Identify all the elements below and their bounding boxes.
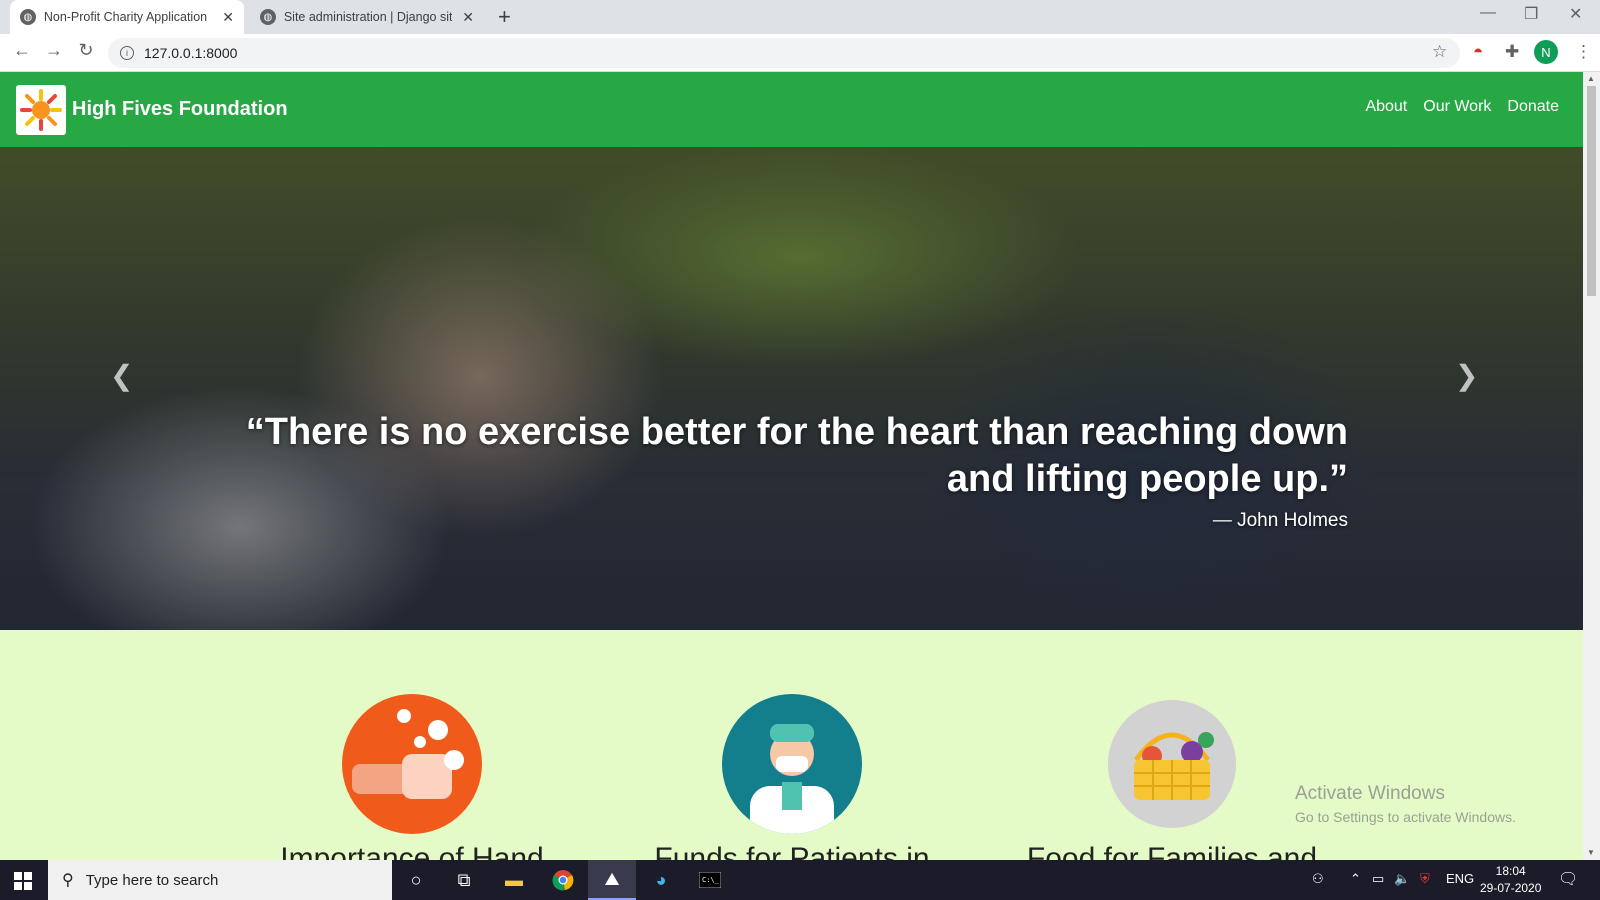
clock-time: 18:04	[1495, 864, 1526, 878]
feature-card[interactable]: Funds for Patients in	[602, 694, 982, 860]
brand-name[interactable]: High Fives Foundation	[72, 98, 288, 121]
browser-tab[interactable]: ◍ Site administration | Django site ✕	[250, 0, 484, 34]
language-indicator[interactable]: ENG	[1446, 871, 1474, 886]
volume-icon[interactable]: 🔈	[1394, 871, 1410, 887]
nav-donate-link[interactable]: Donate	[1507, 98, 1559, 116]
profile-avatar[interactable]: N	[1534, 40, 1558, 64]
restore-icon[interactable]: ❐	[1524, 4, 1538, 24]
feature-card[interactable]: Food for Families and	[982, 694, 1362, 860]
scroll-up-icon[interactable]: ▲	[1587, 74, 1595, 83]
taskbar-search-box[interactable]: ⚲ Type here to search	[48, 860, 392, 900]
hero-image	[0, 147, 1583, 630]
nav-about-link[interactable]: About	[1365, 98, 1407, 116]
terminal-icon[interactable]: C:\_	[686, 860, 734, 900]
food-basket-icon	[1108, 700, 1236, 828]
hand-washing-icon	[342, 694, 482, 834]
nav-our-work-link[interactable]: Our Work	[1423, 98, 1491, 116]
site-navbar: High Fives Foundation About Our Work Don…	[0, 72, 1583, 147]
close-window-icon[interactable]: ✕	[1569, 4, 1582, 24]
task-view-icon[interactable]: ⧉	[440, 860, 488, 900]
doctor-icon	[722, 694, 862, 834]
browser-toolbar: ← → ↻ i 127.0.0.1:8000 ☆ ◓ ✚ N ⋮	[0, 34, 1600, 72]
bookmark-star-icon[interactable]: ☆	[1432, 42, 1447, 62]
web-page: High Fives Foundation About Our Work Don…	[0, 72, 1583, 860]
watermark-subtitle: Go to Settings to activate Windows.	[1295, 809, 1516, 825]
taskbar-clock[interactable]: 18:04 29-07-2020	[1480, 863, 1541, 897]
reload-icon[interactable]: ↻	[74, 40, 98, 61]
globe-icon: ◍	[260, 9, 276, 25]
menu-dots-icon[interactable]: ⋮	[1575, 42, 1592, 62]
activate-windows-watermark: Activate Windows Go to Settings to activ…	[1295, 783, 1516, 825]
hero-carousel: ❮ ❯ “There is no exercise better for the…	[0, 147, 1583, 630]
file-explorer-icon[interactable]: ▬	[490, 860, 538, 900]
feature-title: Food for Families and	[1026, 842, 1318, 860]
photos-app-icon[interactable]: ⛰	[588, 860, 636, 900]
clock-date: 29-07-2020	[1480, 881, 1542, 895]
extension-icon[interactable]: ◓	[1473, 42, 1483, 62]
logo[interactable]	[16, 84, 66, 135]
nav-links: About Our Work Donate	[1365, 98, 1559, 116]
edge-icon[interactable]: ◕	[637, 860, 685, 900]
back-icon[interactable]: ←	[10, 40, 34, 61]
address-text: 127.0.0.1:8000	[144, 45, 238, 61]
cortana-icon[interactable]: ○	[392, 860, 440, 900]
notifications-icon[interactable]: 🗨	[1558, 869, 1578, 889]
page-scrollbar[interactable]: ▲ ▼	[1583, 72, 1600, 860]
hero-quote-author: — John Holmes	[1212, 510, 1348, 531]
hero-quote: “There is no exercise better for the hea…	[245, 411, 1348, 500]
search-placeholder: Type here to search	[85, 871, 219, 889]
feature-title: Funds for Patients in	[654, 842, 930, 860]
network-icon[interactable]: ▭	[1372, 871, 1384, 887]
address-bar[interactable]: i 127.0.0.1:8000	[108, 38, 1460, 68]
browser-tab-strip: ◍ Non-Profit Charity Application ✕ ◍ Sit…	[0, 0, 1600, 34]
close-tab-icon[interactable]: ✕	[462, 9, 474, 26]
watermark-title: Activate Windows	[1295, 783, 1445, 804]
scrollbar-thumb[interactable]	[1587, 86, 1596, 296]
security-shield-icon[interactable]: ⛨	[1420, 871, 1430, 887]
new-tab-icon[interactable]: +	[498, 4, 511, 30]
features-section: Importance of Hand Funds for Patients in	[0, 630, 1583, 860]
tab-title: Site administration | Django site	[283, 10, 453, 24]
chrome-icon[interactable]	[539, 860, 587, 900]
puzzle-icon[interactable]: ✚	[1505, 42, 1519, 62]
chevron-up-icon[interactable]: ⌃	[1350, 871, 1361, 887]
forward-icon[interactable]: →	[42, 40, 66, 61]
browser-tab-active[interactable]: ◍ Non-Profit Charity Application ✕	[10, 0, 244, 34]
feature-card[interactable]: Importance of Hand	[222, 694, 602, 860]
globe-icon: ◍	[20, 9, 36, 25]
people-icon[interactable]: ⚇	[1312, 871, 1324, 887]
scroll-down-icon[interactable]: ▼	[1587, 848, 1595, 857]
search-icon: ⚲	[62, 872, 74, 889]
carousel-prev-icon[interactable]: ❮	[110, 359, 133, 392]
windows-start-icon[interactable]	[14, 872, 32, 890]
tab-title: Non-Profit Charity Application	[43, 10, 208, 24]
sun-logo-icon	[20, 88, 62, 131]
info-icon[interactable]: i	[120, 46, 134, 60]
minimize-icon[interactable]: —	[1480, 4, 1496, 22]
windows-taskbar: ⚲ Type here to search ○ ⧉ ▬ ⛰ ◕ C:\_ ⚇ ⌃…	[0, 860, 1600, 900]
close-tab-icon[interactable]: ✕	[222, 9, 234, 26]
carousel-next-icon[interactable]: ❯	[1455, 359, 1478, 392]
svg-text:C:\_: C:\_	[702, 876, 720, 884]
feature-title: Importance of Hand	[280, 842, 544, 860]
